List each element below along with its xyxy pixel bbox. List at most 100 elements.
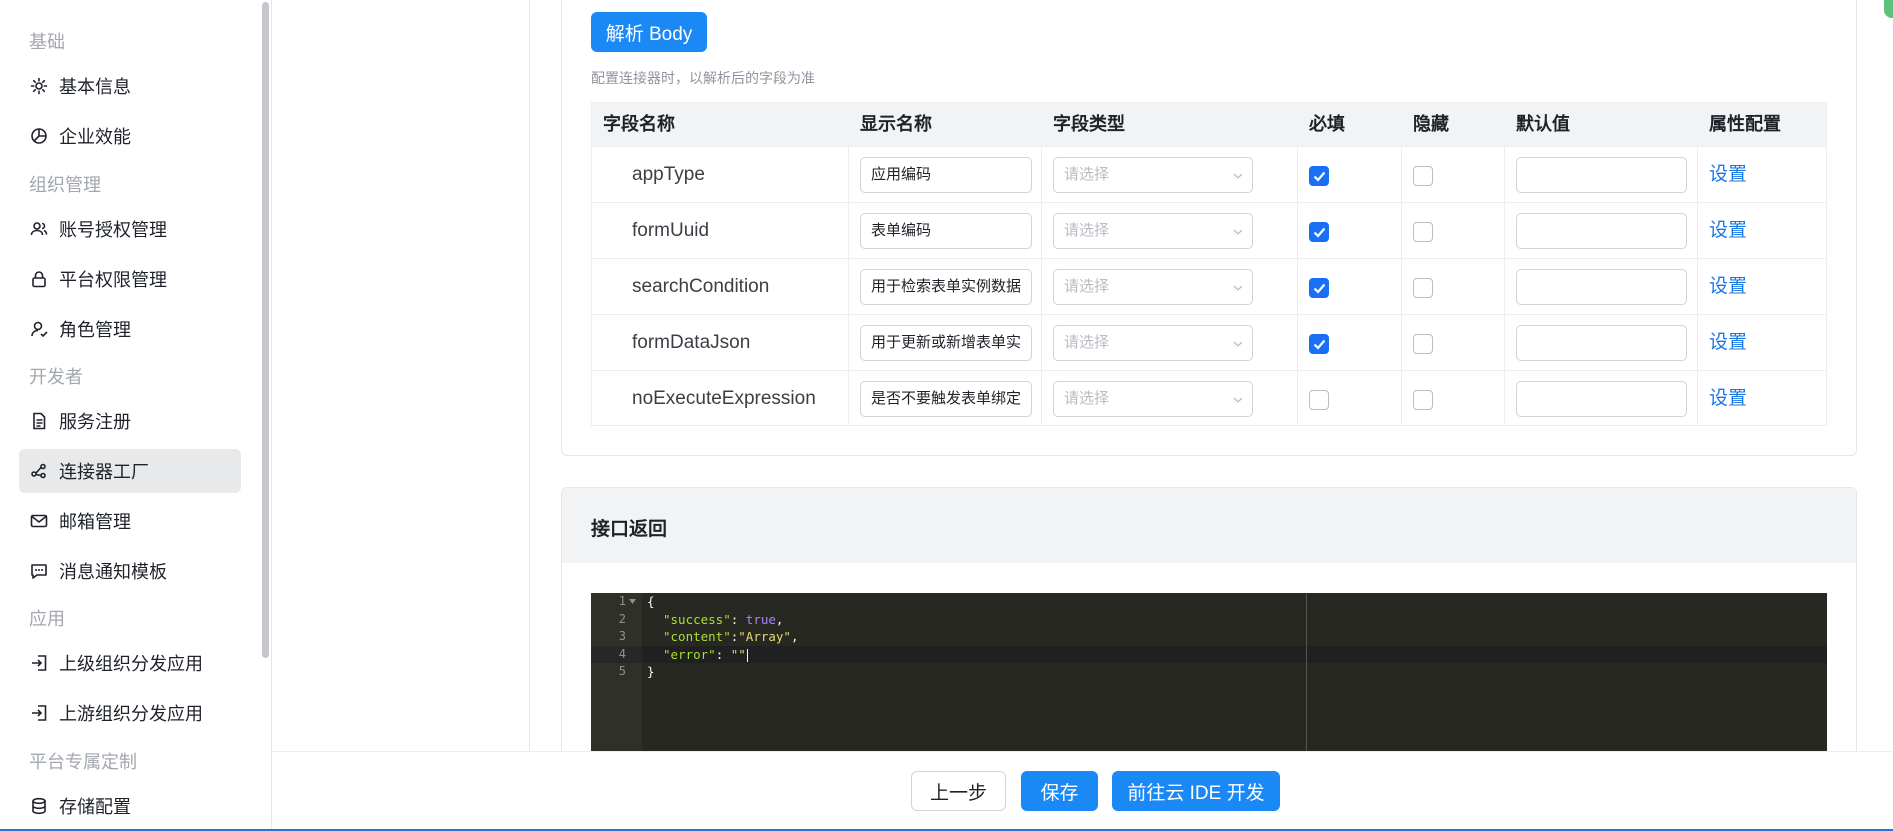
fold-arrow-icon[interactable] [629, 599, 636, 604]
sidebar-item-label: 基本信息 [59, 77, 131, 97]
sidebar-item-label: 角色管理 [59, 320, 131, 340]
database-icon [29, 796, 49, 816]
sidebar-item-basic-info[interactable]: 基本信息 [19, 64, 241, 108]
required-checkbox[interactable] [1309, 334, 1329, 354]
sidebar-item-storage[interactable]: 存储配置 [19, 784, 241, 828]
field-type-select[interactable]: 请选择 [1053, 157, 1253, 193]
line-number: 5 [618, 664, 626, 678]
required-checkbox[interactable] [1309, 278, 1329, 298]
code-sep: : [715, 647, 731, 662]
sidebar: 基础 基本信息 企业效能 组织管理 账号授权管理 平台权限管理 角色管理 开发者 [0, 0, 272, 831]
sidebar-group-developer: 开发者 [29, 367, 83, 387]
line-number: 4 [618, 647, 626, 661]
previous-step-button[interactable]: 上一步 [911, 771, 1006, 811]
default-value-input[interactable] [1516, 157, 1687, 193]
col-required: 必填 [1309, 114, 1345, 134]
steps-panel [294, 0, 530, 751]
code-line: } [647, 664, 655, 679]
table-row: formDataJson 用于更新或新增表单实 请选择 设置 [592, 314, 1826, 370]
col-field-name: 字段名称 [603, 114, 675, 134]
chevron-down-icon [1233, 341, 1243, 347]
user-role-icon [29, 319, 49, 339]
sidebar-item-service-reg[interactable]: 服务注册 [19, 399, 241, 443]
settings-link[interactable]: 设置 [1709, 203, 1747, 259]
hidden-checkbox[interactable] [1413, 334, 1433, 354]
login-icon [29, 703, 49, 723]
hidden-checkbox[interactable] [1413, 390, 1433, 410]
settings-link[interactable]: 设置 [1709, 147, 1747, 203]
sidebar-item-account-auth[interactable]: 账号授权管理 [19, 207, 241, 251]
code-text: } [647, 664, 655, 679]
response-code-editor[interactable]: 1 2 3 4 5 { "success": true, "content":"… [591, 593, 1827, 751]
response-title: 接口返回 [591, 519, 668, 540]
sidebar-item-label: 服务注册 [59, 412, 131, 432]
code-key: "success" [663, 612, 731, 627]
table-row: searchCondition 用于检索表单实例数据 请选择 设置 [592, 258, 1826, 314]
col-hidden: 隐藏 [1413, 114, 1449, 134]
code-key: "content" [663, 629, 731, 644]
required-checkbox[interactable] [1309, 390, 1329, 410]
select-placeholder: 请选择 [1064, 166, 1110, 183]
display-name-input[interactable]: 是否不要触发表单绑定 [860, 381, 1032, 417]
default-value-input[interactable] [1516, 213, 1687, 249]
settings-link[interactable]: 设置 [1709, 259, 1747, 315]
sidebar-scrollbar[interactable] [262, 2, 269, 658]
sidebar-group-apps: 应用 [29, 609, 65, 629]
default-value-input[interactable] [1516, 269, 1687, 305]
text-cursor [746, 649, 748, 662]
field-name: searchCondition [632, 276, 770, 297]
status-indicator [1884, 0, 1893, 18]
code-text: { [647, 594, 655, 609]
login-icon [29, 653, 49, 673]
settings-link[interactable]: 设置 [1709, 371, 1747, 427]
line-number: 3 [618, 629, 626, 643]
display-name-input[interactable]: 用于更新或新增表单实 [860, 325, 1032, 361]
col-display-name: 显示名称 [860, 114, 932, 134]
sidebar-item-message-template[interactable]: 消息通知模板 [19, 549, 241, 593]
pie-chart-icon [29, 126, 49, 146]
sidebar-item-platform-perm[interactable]: 平台权限管理 [19, 257, 241, 301]
display-name-input[interactable]: 用于检索表单实例数据 [860, 269, 1032, 305]
select-placeholder: 请选择 [1064, 334, 1110, 351]
chevron-down-icon [1233, 173, 1243, 179]
field-type-select[interactable]: 请选择 [1053, 381, 1253, 417]
sidebar-item-mail[interactable]: 邮箱管理 [19, 499, 241, 543]
field-type-select[interactable]: 请选择 [1053, 269, 1253, 305]
sidebar-item-upstream-org-apps[interactable]: 上游组织分发应用 [19, 691, 241, 735]
hidden-checkbox[interactable] [1413, 166, 1433, 186]
select-placeholder: 请选择 [1064, 278, 1110, 295]
display-name-input[interactable]: 应用编码 [860, 157, 1032, 193]
sidebar-group-basic: 基础 [29, 32, 65, 52]
sidebar-group-platform-custom: 平台专属定制 [29, 752, 137, 772]
select-placeholder: 请选择 [1064, 390, 1110, 407]
hidden-checkbox[interactable] [1413, 278, 1433, 298]
open-cloud-ide-button[interactable]: 前往云 IDE 开发 [1112, 771, 1280, 811]
code-key: "error" [663, 647, 716, 662]
code-value: "Array" [738, 629, 791, 644]
hidden-checkbox[interactable] [1413, 222, 1433, 242]
parse-body-button[interactable]: 解析 Body [591, 12, 707, 52]
field-type-select[interactable]: 请选择 [1053, 213, 1253, 249]
col-props: 属性配置 [1709, 114, 1781, 134]
sidebar-item-label: 连接器工厂 [59, 462, 149, 482]
save-button[interactable]: 保存 [1021, 771, 1098, 811]
fields-table: 字段名称 显示名称 字段类型 必填 隐藏 默认值 属性配置 appType 应用… [591, 102, 1827, 426]
required-checkbox[interactable] [1309, 166, 1329, 186]
code-value: "" [730, 647, 746, 662]
field-type-select[interactable]: 请选择 [1053, 325, 1253, 361]
editor-active-line [642, 646, 1827, 663]
required-checkbox[interactable] [1309, 222, 1329, 242]
default-value-input[interactable] [1516, 381, 1687, 417]
sidebar-item-connector-factory[interactable]: 连接器工厂 [19, 449, 241, 493]
code-value: true [745, 612, 776, 627]
sidebar-item-label: 企业效能 [59, 127, 131, 147]
sidebar-item-efficiency[interactable]: 企业效能 [19, 114, 241, 158]
sidebar-item-roles[interactable]: 角色管理 [19, 307, 241, 351]
table-row: noExecuteExpression 是否不要触发表单绑定 请选择 设置 [592, 370, 1826, 426]
sidebar-item-label: 上级组织分发应用 [59, 654, 203, 674]
default-value-input[interactable] [1516, 325, 1687, 361]
response-card-header: 接口返回 [562, 488, 1856, 563]
sidebar-item-upper-org-apps[interactable]: 上级组织分发应用 [19, 641, 241, 685]
display-name-input[interactable]: 表单编码 [860, 213, 1032, 249]
settings-link[interactable]: 设置 [1709, 315, 1747, 371]
